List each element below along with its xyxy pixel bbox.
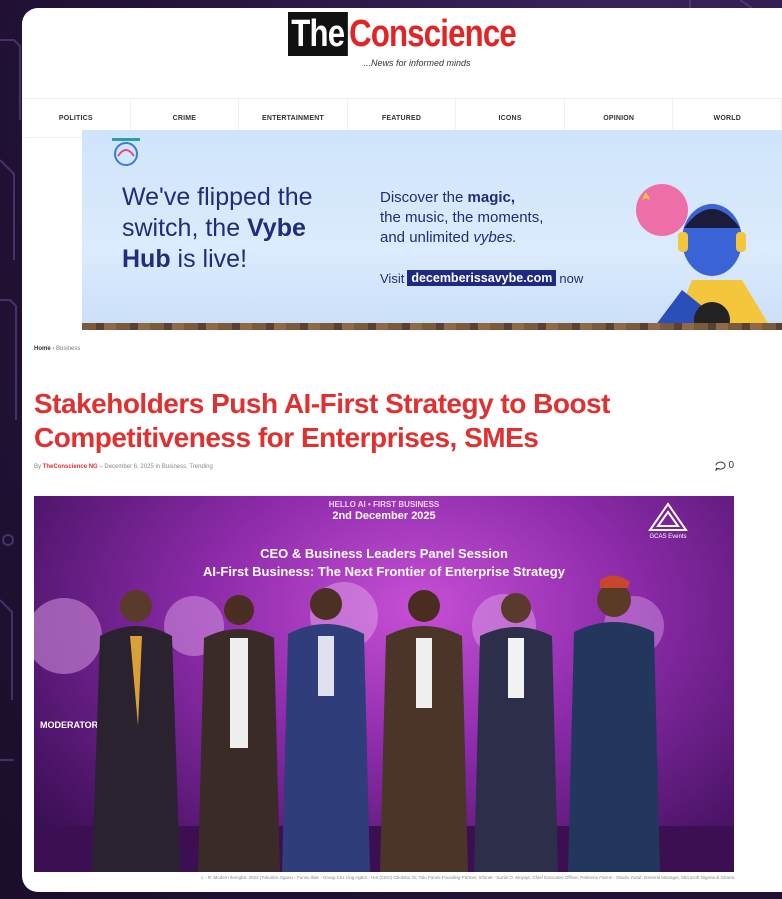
banner-headline: We've flipped the switch, the Vybe Hub i… — [122, 183, 313, 273]
article-meta: By TheConscience NG – December 6, 2025 i… — [34, 464, 213, 470]
panel-photo-icon: MODERATOR — [34, 575, 734, 872]
screenshot-card: The Conscience ...News for informed mind… — [22, 8, 782, 892]
logo-the: The — [288, 12, 348, 56]
breadcrumb-section[interactable]: Business — [56, 346, 80, 352]
comments-link[interactable]: 0 — [715, 460, 734, 471]
article-date: December 6, 2025 — [104, 464, 154, 470]
sponsor-logo-icon — [112, 138, 140, 166]
ad-banner[interactable]: We've flipped the switch, the Vybe Hub i… — [82, 130, 782, 330]
breadcrumb: Home › Business — [34, 346, 81, 352]
breadcrumb-home[interactable]: Home — [34, 346, 51, 352]
comment-count: 0 — [728, 460, 734, 471]
comment-icon — [715, 461, 726, 471]
site-logo[interactable]: The Conscience — [22, 12, 782, 56]
author-link[interactable]: TheConscience NG — [43, 464, 98, 470]
site-tagline: ...News for informed minds — [363, 58, 471, 68]
logo-conscience: Conscience — [349, 13, 517, 55]
backdrop-text: MODERATOR — [40, 720, 99, 730]
article-headline: Stakeholders Push AI-First Strategy to B… — [34, 387, 610, 453]
article-categories[interactable]: Business, Trending — [162, 464, 213, 470]
image-caption: L - R: Modern Ikengba: 2023 (Tokunbo Ogu… — [201, 875, 734, 880]
featured-image[interactable]: HELLO AI • FIRST BUSINESS 2nd December 2… — [34, 496, 734, 872]
banner-visit: Visit decemberissavybe.com now — [380, 270, 584, 286]
banner-body: Discover the magic, the music, the momen… — [380, 189, 544, 246]
dj-illustration-icon — [636, 184, 772, 330]
banner-strip — [82, 323, 782, 330]
banner-url-link[interactable]: decemberissavybe.com — [407, 270, 557, 286]
